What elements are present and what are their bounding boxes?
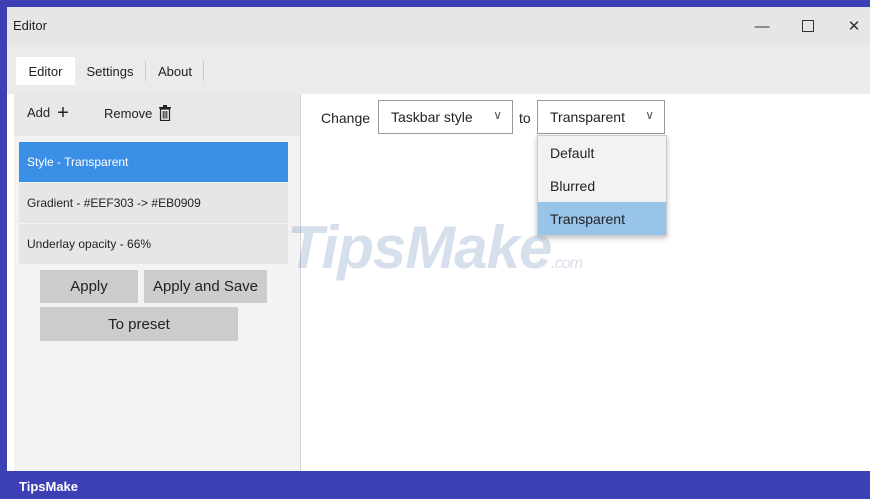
list-item[interactable]: Underlay opacity - 66% [19, 224, 288, 264]
remove-label: Remove [104, 105, 153, 121]
list-item-label: Underlay opacity - 66% [27, 237, 152, 251]
tab-about[interactable]: About [150, 57, 200, 85]
add-button[interactable]: Add + [27, 101, 69, 124]
option-transparent[interactable]: Transparent [538, 202, 666, 235]
watermark-text: TipsMake [287, 214, 552, 281]
plus-icon: + [57, 101, 69, 124]
add-label: Add [27, 105, 51, 120]
sidebar: Add + Remove Style - Transparent Gradien… [14, 94, 301, 471]
close-icon: ✕ [847, 18, 861, 35]
list-item-label: Gradient - #EEF303 -> #EB0909 [27, 196, 201, 210]
tab-bar: Editor Settings About [7, 45, 870, 94]
app-window: Editor — ✕ Editor Settings About Add + R… [7, 7, 870, 471]
target-select-value: Taskbar style [391, 109, 473, 125]
tab-editor-label: Editor [28, 63, 63, 79]
minimize-icon: — [754, 17, 770, 35]
close-button[interactable]: ✕ [831, 7, 870, 45]
tab-settings[interactable]: Settings [80, 57, 140, 85]
chevron-down-icon: ∨ [645, 108, 654, 122]
to-preset-label: To preset [108, 315, 170, 333]
tab-settings-label: Settings [86, 63, 134, 79]
chevron-down-icon: ∨ [493, 108, 502, 122]
option-label: Blurred [550, 177, 596, 194]
tab-divider [145, 61, 146, 81]
to-preset-button[interactable]: To preset [40, 307, 238, 341]
value-dropdown: Default Blurred Transparent [537, 135, 667, 236]
tab-editor[interactable]: Editor [16, 57, 75, 85]
trash-icon [159, 105, 172, 121]
apply-label: Apply [70, 278, 108, 295]
list-item[interactable]: Gradient - #EEF303 -> #EB0909 [19, 183, 288, 223]
to-label: to [519, 110, 531, 126]
footer-bar: TipsMake [0, 471, 870, 499]
maximize-icon [802, 20, 814, 32]
value-select-value: Transparent [550, 109, 625, 125]
title-bar[interactable]: Editor — ✕ [7, 7, 870, 45]
watermark-suffix: .com [551, 255, 583, 272]
remove-button[interactable]: Remove [104, 105, 172, 121]
apply-and-save-button[interactable]: Apply and Save [144, 270, 267, 303]
list-item-label: Style - Transparent [27, 155, 129, 169]
option-label: Default [550, 144, 595, 161]
minimize-button[interactable]: — [739, 7, 785, 45]
apply-button[interactable]: Apply [40, 270, 138, 303]
tab-about-label: About [158, 63, 192, 79]
window-title: Editor [13, 18, 47, 33]
maximize-button[interactable] [785, 7, 831, 45]
change-label: Change [321, 110, 371, 126]
option-blurred[interactable]: Blurred [538, 169, 666, 202]
tab-divider [203, 61, 204, 81]
option-default[interactable]: Default [538, 136, 666, 169]
target-select[interactable]: Taskbar style ∨ [378, 100, 513, 134]
apply-and-save-label: Apply and Save [152, 278, 259, 295]
footer-brand: TipsMake [19, 479, 79, 494]
preset-list: Style - Transparent Gradient - #EEF303 -… [19, 142, 288, 265]
option-label: Transparent [550, 210, 625, 227]
value-select[interactable]: Transparent ∨ [537, 100, 665, 134]
sidebar-toolbar: Add + Remove [14, 94, 300, 136]
list-item[interactable]: Style - Transparent [19, 142, 288, 182]
